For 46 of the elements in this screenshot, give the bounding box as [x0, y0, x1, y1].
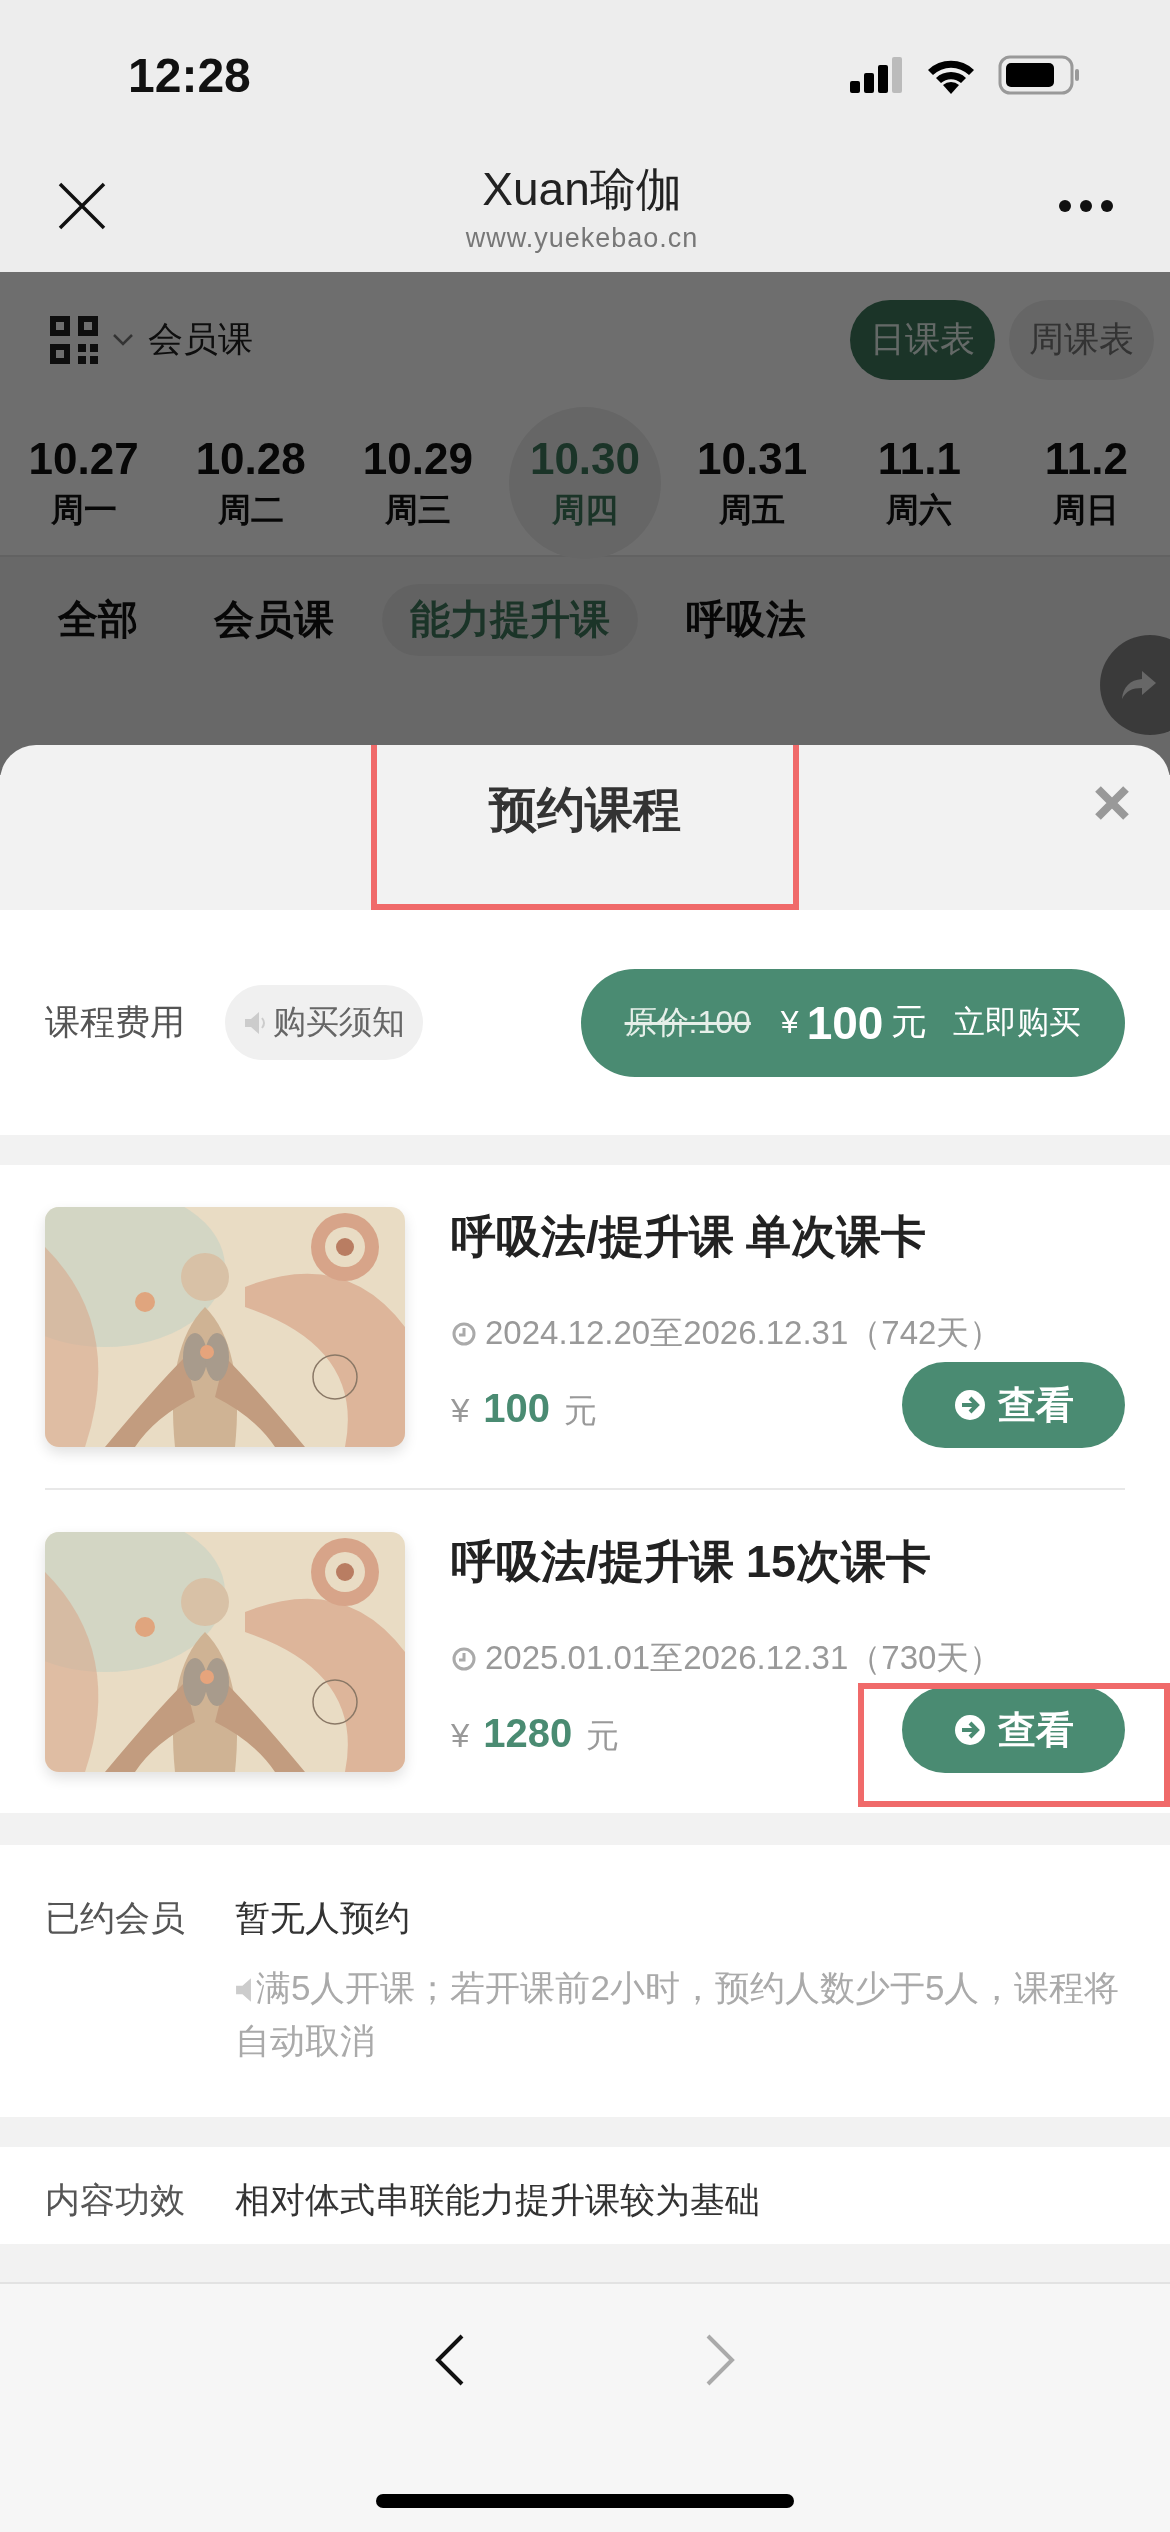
page-url: www.yuekebao.cn [465, 222, 699, 254]
date-tab[interactable]: 10.27 周一 [0, 407, 168, 559]
back-button[interactable] [435, 2334, 465, 2386]
schedule-view-tab[interactable]: 日课表 [850, 299, 995, 380]
booked-value: 暂无人预约 [235, 1897, 411, 1939]
speaker-icon [235, 1977, 252, 2003]
page-title: Xuan瑜伽 [482, 161, 682, 217]
date-tab[interactable]: 10.29 周三 [334, 407, 502, 559]
sheet-title: 预约课程 [489, 783, 681, 836]
view-button[interactable]: 查看 [902, 1362, 1125, 1448]
booked-label: 已约会员 [45, 1897, 185, 1939]
date-tab[interactable]: 10.28 周二 [167, 407, 335, 559]
clock-icon [451, 1320, 477, 1347]
course-type-selector[interactable]: 会员课 [148, 316, 836, 363]
more-button[interactable] [1058, 199, 1114, 213]
close-button[interactable] [58, 182, 106, 230]
view-button[interactable]: 查看 [902, 1687, 1125, 1773]
category-tab[interactable]: 能力提升课 [382, 583, 638, 656]
share-button[interactable] [1100, 635, 1170, 735]
buy-now-button[interactable]: 原价:100 ¥ 100 元 立即购买 [581, 968, 1125, 1077]
arrow-right-icon [953, 1389, 986, 1421]
card-price: ¥ 100 元 [451, 1386, 598, 1432]
purchase-notice-button[interactable]: 购买须知 [225, 985, 423, 1060]
category-tab[interactable]: 会员课 [186, 583, 362, 656]
fee-label: 课程费用 [45, 1001, 185, 1043]
clock-icon [451, 1645, 477, 1672]
chevron-down-icon[interactable] [112, 332, 134, 347]
arrow-right-icon [953, 1714, 986, 1746]
booking-notice: 满5人开课；若开课前2小时，预约人数少于5人，课程将自动取消 [235, 1967, 1121, 2062]
status-time: 12:28 [128, 47, 251, 103]
card-title: 呼吸法/提升课 15次课卡 [451, 1535, 933, 1589]
signal-icon [850, 57, 904, 93]
share-icon [1122, 671, 1156, 699]
card-title: 呼吸法/提升课 单次课卡 [451, 1210, 927, 1264]
category-tab[interactable]: 呼吸法 [658, 583, 834, 656]
battery-icon [998, 55, 1080, 95]
content-value: 相对体式串联能力提升课较为基础 [235, 2179, 760, 2221]
date-tab[interactable]: 11.1 周六 [835, 407, 1003, 559]
date-tab[interactable]: 11.2 周日 [1002, 407, 1170, 559]
qr-code-icon[interactable] [50, 315, 98, 364]
content-label: 内容功效 [45, 2179, 185, 2221]
card-price: ¥ 1280 元 [451, 1711, 620, 1757]
validity-text: 2025.01.01至2026.12.31（730天） [451, 1636, 1125, 1681]
category-tab[interactable]: 全部 [30, 583, 166, 656]
validity-text: 2024.12.20至2026.12.31（742天） [451, 1311, 1125, 1356]
date-tab[interactable]: 10.31 周五 [668, 407, 836, 559]
